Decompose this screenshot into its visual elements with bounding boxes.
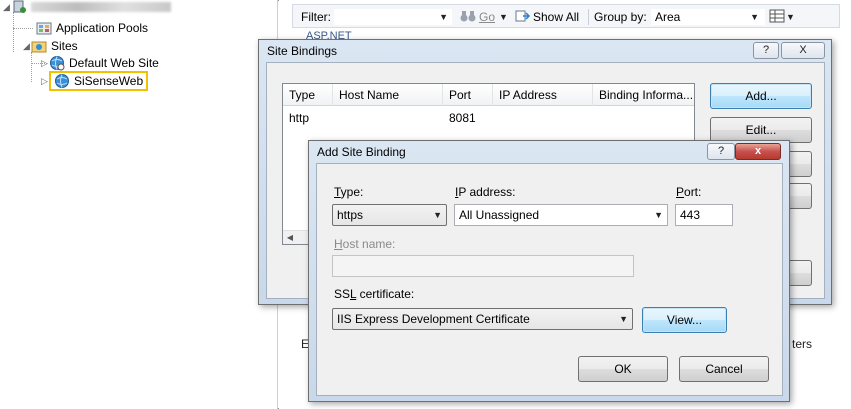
- tree-node-sisenseweb[interactable]: ▷ SiSenseWeb: [40, 71, 149, 91]
- view-certificate-button[interactable]: View...: [642, 307, 727, 333]
- chevron-down-icon[interactable]: ▼: [750, 12, 759, 22]
- help-button[interactable]: ?: [753, 42, 779, 59]
- binoculars-icon: [459, 9, 477, 26]
- tree-node-server[interactable]: ◢: [2, 0, 171, 16]
- go-button[interactable]: Go: [459, 8, 495, 26]
- globe-icon: [54, 73, 70, 89]
- cell-type: http: [289, 111, 310, 125]
- tree-connector: [13, 12, 14, 52]
- tree-connector: [31, 52, 32, 82]
- tree-label: Default Web Site: [69, 56, 159, 70]
- column-header-port[interactable]: Port: [443, 84, 493, 106]
- show-all-button[interactable]: Show All: [515, 8, 579, 26]
- chevron-down-icon[interactable]: ▼: [786, 12, 795, 22]
- column-header-host-name[interactable]: Host Name: [333, 84, 443, 106]
- expand-icon[interactable]: ▷: [40, 76, 49, 86]
- group-by-label: Group by:: [594, 10, 647, 24]
- ip-address-label: IP address:: [455, 185, 516, 199]
- background-feature-label: ters: [792, 337, 813, 351]
- tree-label: Sites: [51, 39, 78, 53]
- filter-label: Filter:: [301, 10, 331, 24]
- ok-button[interactable]: OK: [578, 356, 668, 382]
- dialog-title: Site Bindings: [267, 44, 338, 58]
- column-header-type[interactable]: Type: [283, 84, 333, 106]
- chevron-down-icon[interactable]: ▼: [654, 205, 663, 225]
- close-button[interactable]: X: [781, 42, 825, 59]
- view-mode-button[interactable]: ▼: [769, 8, 795, 26]
- type-select[interactable]: https ▼: [332, 204, 447, 226]
- cell-ip: [493, 108, 593, 128]
- type-label: Type:: [334, 185, 364, 199]
- site-bindings-titlebar: Site Bindings: [259, 40, 831, 62]
- tree-node-sites[interactable]: ◢ Sites: [22, 37, 78, 55]
- tree-label: SiSenseWeb: [74, 74, 144, 88]
- column-header-ip-address[interactable]: IP Address: [493, 84, 593, 106]
- chevron-down-icon[interactable]: ▼: [433, 205, 442, 225]
- group-by-select[interactable]: Area ▼: [650, 8, 766, 26]
- table-row[interactable]: http 8081: [283, 108, 694, 128]
- port-input[interactable]: 443: [675, 204, 733, 226]
- go-dropdown[interactable]: ▼: [499, 8, 508, 26]
- ip-address-combo[interactable]: All Unassigned ▼: [454, 204, 668, 226]
- collapse-icon[interactable]: ◢: [2, 2, 11, 12]
- server-name-redacted: [31, 2, 171, 12]
- add-site-binding-dialog: Add Site Binding ? x Type: https ▼ IP ad…: [308, 140, 790, 402]
- tree-node-default-web-site[interactable]: ▷ Default Web Site: [40, 54, 159, 72]
- port-label: Port:: [676, 185, 702, 199]
- expand-icon[interactable]: ▷: [40, 58, 49, 68]
- globe-icon: [49, 55, 65, 71]
- cell-binding-info: [593, 108, 694, 128]
- cancel-button[interactable]: Cancel: [679, 356, 769, 382]
- list-header: Type Host Name Port IP Address Binding I…: [283, 84, 694, 106]
- host-name-label: Host name:: [334, 237, 396, 251]
- toolbar-separator: [588, 9, 589, 25]
- tree-node-application-pools[interactable]: Application Pools: [36, 19, 148, 37]
- selected-highlight: SiSenseWeb: [49, 71, 149, 91]
- ssl-certificate-select[interactable]: IIS Express Development Certificate ▼: [332, 308, 633, 330]
- add-binding-body: Type: https ▼ IP address: All Unassigned…: [316, 163, 783, 396]
- view-grid-icon: [769, 9, 785, 26]
- column-header-binding-info[interactable]: Binding Informa...: [593, 84, 694, 106]
- tree-label: Application Pools: [56, 21, 149, 35]
- sites-folder-icon: [31, 38, 47, 54]
- cell-port: 8081: [449, 111, 476, 125]
- collapse-icon[interactable]: ◢: [22, 41, 31, 51]
- cell-host: [333, 108, 443, 128]
- application-pools-icon: [36, 20, 52, 36]
- dialog-title: Add Site Binding: [317, 145, 406, 159]
- host-name-input[interactable]: [332, 255, 634, 277]
- chevron-down-icon[interactable]: ▼: [499, 12, 508, 22]
- help-button[interactable]: ?: [707, 143, 735, 160]
- scroll-left-icon[interactable]: ◀: [283, 231, 297, 244]
- server-icon: [11, 0, 27, 15]
- chevron-down-icon[interactable]: ▼: [439, 12, 448, 22]
- filter-input[interactable]: ▼: [333, 8, 453, 26]
- tree-connector: [13, 28, 33, 29]
- close-button[interactable]: x: [735, 143, 781, 160]
- filter-toolbar: Filter: ▼ Go ▼ Show All Group by: Area ▼…: [292, 4, 840, 28]
- add-button[interactable]: Add...: [710, 83, 812, 109]
- chevron-down-icon[interactable]: ▼: [619, 309, 628, 329]
- connections-tree: ◢ Application Pools ◢ Sites ▷ Default We…: [0, 0, 278, 409]
- show-all-icon: [515, 9, 531, 26]
- ssl-certificate-label: SSL certificate:: [334, 287, 415, 301]
